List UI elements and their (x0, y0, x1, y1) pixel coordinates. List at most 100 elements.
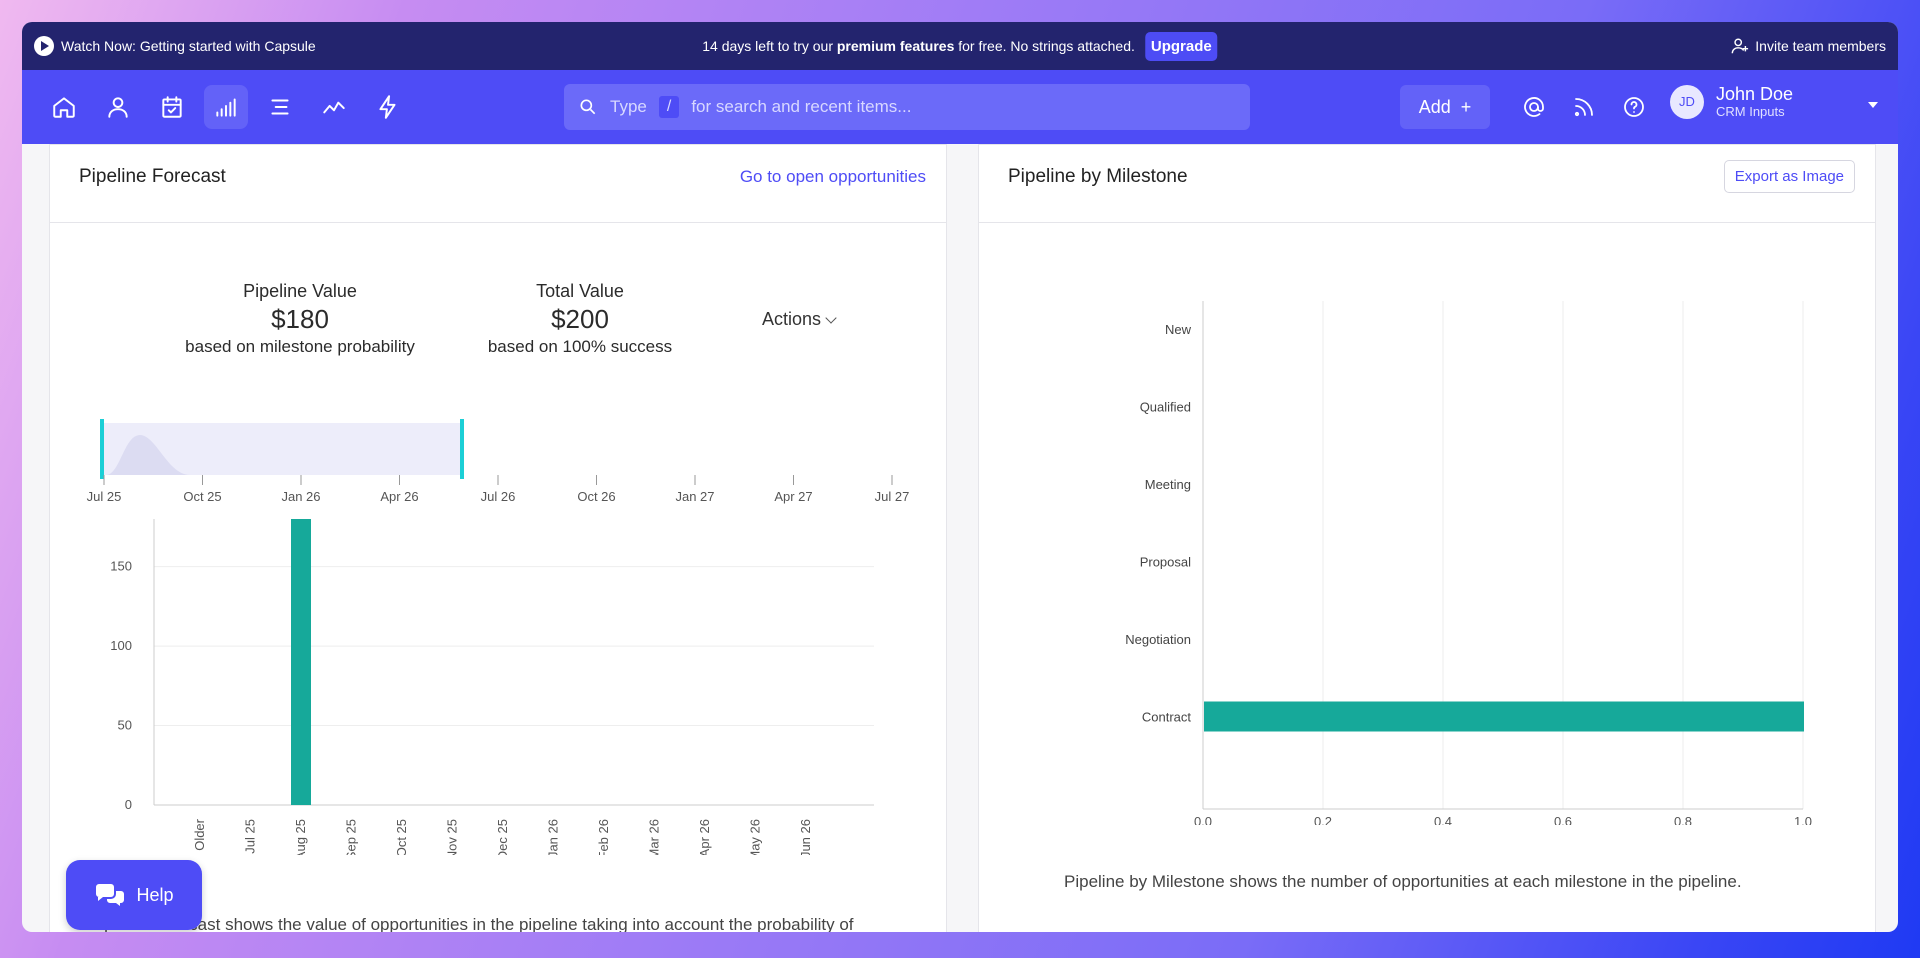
milestone-label: New (1165, 322, 1192, 337)
forecast-title: Pipeline Forecast (79, 165, 226, 187)
x-tick-label: Jul 25 (243, 819, 258, 854)
x-tick-label: Feb 26 (596, 819, 611, 855)
search-hint: for search and recent items... (691, 97, 912, 116)
y-tick-label: 50 (118, 718, 132, 733)
milestone-label: Proposal (1140, 555, 1191, 570)
feed-icon[interactable] (1572, 95, 1596, 119)
export-image-button[interactable]: Export as Image (1723, 160, 1855, 193)
forecast-bar (291, 519, 311, 805)
trial-text: 14 days left to try our premium features… (702, 38, 1135, 54)
trial-banner: 14 days left to try our premium features… (702, 31, 1218, 61)
range-tick-label: Jan 26 (281, 489, 320, 504)
person-icon (108, 97, 128, 118)
x-tick-label: Aug 25 (293, 819, 308, 855)
trial-prefix: 14 days left to try our (702, 38, 833, 54)
y-tick-label: 100 (110, 638, 132, 653)
x-tick-label: 0.2 (1314, 814, 1332, 825)
main-nav: Type / for search and recent items... Ad… (22, 70, 1898, 144)
pipeline-forecast-panel: Pipeline Forecast Go to open opportuniti… (49, 144, 947, 932)
app-frame: Watch Now: Getting started with Capsule … (22, 22, 1898, 932)
forecast-header: Pipeline Forecast Go to open opportuniti… (50, 145, 946, 223)
chevron-down-icon (825, 311, 837, 324)
x-tick-label: 0.0 (1194, 814, 1212, 825)
range-tick-label: Jul 27 (875, 489, 910, 504)
upgrade-button[interactable]: Upgrade (1144, 31, 1218, 61)
bolt-icon (379, 95, 396, 119)
announcement-bar: Watch Now: Getting started with Capsule … (22, 22, 1898, 70)
milestone-description: Pipeline by Milestone shows the number o… (1064, 872, 1742, 891)
trial-bold: premium features (836, 38, 955, 54)
range-tick-label: Oct 26 (577, 489, 615, 504)
milestone-title: Pipeline by Milestone (1008, 165, 1188, 187)
nav-reports[interactable] (204, 85, 248, 129)
milestone-label: Qualified (1140, 400, 1191, 415)
utility-icons (1522, 95, 1646, 119)
range-tick-label: Apr 26 (380, 489, 418, 504)
home-icon (53, 97, 75, 118)
y-tick-label: 0 (125, 797, 132, 812)
reports-icon (216, 98, 236, 117)
user-menu-caret-icon[interactable] (1868, 102, 1878, 108)
range-navigator-chart[interactable]: Jul 25 Oct 25 Jan 26 Apr 26 Jul 26 Oct 26 Jan … (50, 395, 946, 505)
x-tick-label: 0.4 (1434, 814, 1452, 825)
total-value-label: Total Value (536, 281, 624, 301)
user-info: John Doe CRM Inputs (1716, 84, 1793, 119)
calendar-check-icon (162, 96, 182, 118)
x-tick-label: Dec 25 (495, 819, 510, 855)
user-menu[interactable]: JD John Doe CRM Inputs (1670, 84, 1793, 119)
total-value: $200 (551, 304, 609, 334)
pipeline-value-label: Pipeline Value (243, 281, 357, 301)
actions-dropdown[interactable]: Actions (762, 309, 837, 330)
trial-suffix: for free. No strings attached. (958, 38, 1135, 54)
milestone-label: Meeting (1145, 477, 1191, 492)
add-label: Add (1418, 96, 1451, 117)
milestone-bar-chart: 0.0 0.2 0.4 0.6 0.8 1.0 New Qualified Meeting Pro… (1125, 301, 1812, 825)
search-input[interactable]: Type / for search and recent items... (564, 84, 1250, 130)
forecast-bar-chart: 0 50 100 150 Older Jul 25 Aug 25 Sep 25 Oct 25 No… (110, 519, 874, 855)
nav-workflow[interactable] (366, 85, 410, 129)
x-tick-label: Apr 26 (697, 819, 712, 855)
x-tick-label: May 26 (748, 819, 763, 855)
milestone-label: Negotiation (1125, 632, 1191, 647)
total-value-stat: Total Value $200 based on 100% success (470, 281, 690, 357)
pipeline-value-stat: Pipeline Value $180 based on milestone p… (170, 281, 430, 357)
chat-icon (96, 884, 125, 906)
range-tick-label: Oct 25 (183, 489, 221, 504)
pipeline-value: $180 (271, 304, 329, 334)
add-button[interactable]: Add + (1400, 85, 1490, 129)
nav-list[interactable] (258, 85, 302, 129)
play-icon (34, 36, 54, 56)
x-tick-label: Nov 25 (445, 819, 460, 855)
nav-calendar[interactable] (150, 85, 194, 129)
invite-label: Invite team members (1755, 38, 1886, 54)
x-tick-label: 1.0 (1794, 814, 1812, 825)
user-name: John Doe (1716, 84, 1794, 104)
range-tick-label: Jul 26 (481, 489, 516, 504)
actions-label: Actions (762, 309, 822, 329)
user-plus-icon (1731, 38, 1749, 54)
help-circle-icon[interactable] (1622, 95, 1646, 119)
search-shortcut-key: / (658, 96, 680, 118)
total-value-sub: based on 100% success (487, 337, 673, 356)
x-tick-label: 0.6 (1554, 814, 1572, 825)
range-tick-label: Jan 27 (675, 489, 714, 504)
user-role: CRM Inputs (1716, 104, 1785, 119)
search-type-text: Type (610, 97, 647, 116)
help-label: Help (136, 884, 174, 905)
list-icon (271, 99, 289, 115)
watch-now-link[interactable]: Watch Now: Getting started with Capsule (34, 36, 316, 56)
milestone-header: Pipeline by Milestone Export as Image (979, 145, 1875, 223)
forecast-description: Pipeline Forecast shows the value of opp… (89, 915, 854, 932)
x-tick-label: Sep 25 (344, 819, 359, 855)
nav-trend[interactable] (312, 85, 356, 129)
pipeline-value-sub: based on milestone probability (185, 337, 415, 356)
x-tick-label: Oct 25 (394, 819, 409, 855)
plus-icon: + (1460, 96, 1472, 117)
range-tick-label: Apr 27 (774, 489, 812, 504)
mention-icon[interactable] (1522, 95, 1546, 119)
nav-people[interactable] (96, 85, 140, 129)
help-button[interactable]: Help (66, 860, 202, 930)
open-opportunities-link[interactable]: Go to open opportunities (740, 167, 926, 187)
invite-team-link[interactable]: Invite team members (1731, 37, 1886, 55)
nav-home[interactable] (42, 85, 86, 129)
